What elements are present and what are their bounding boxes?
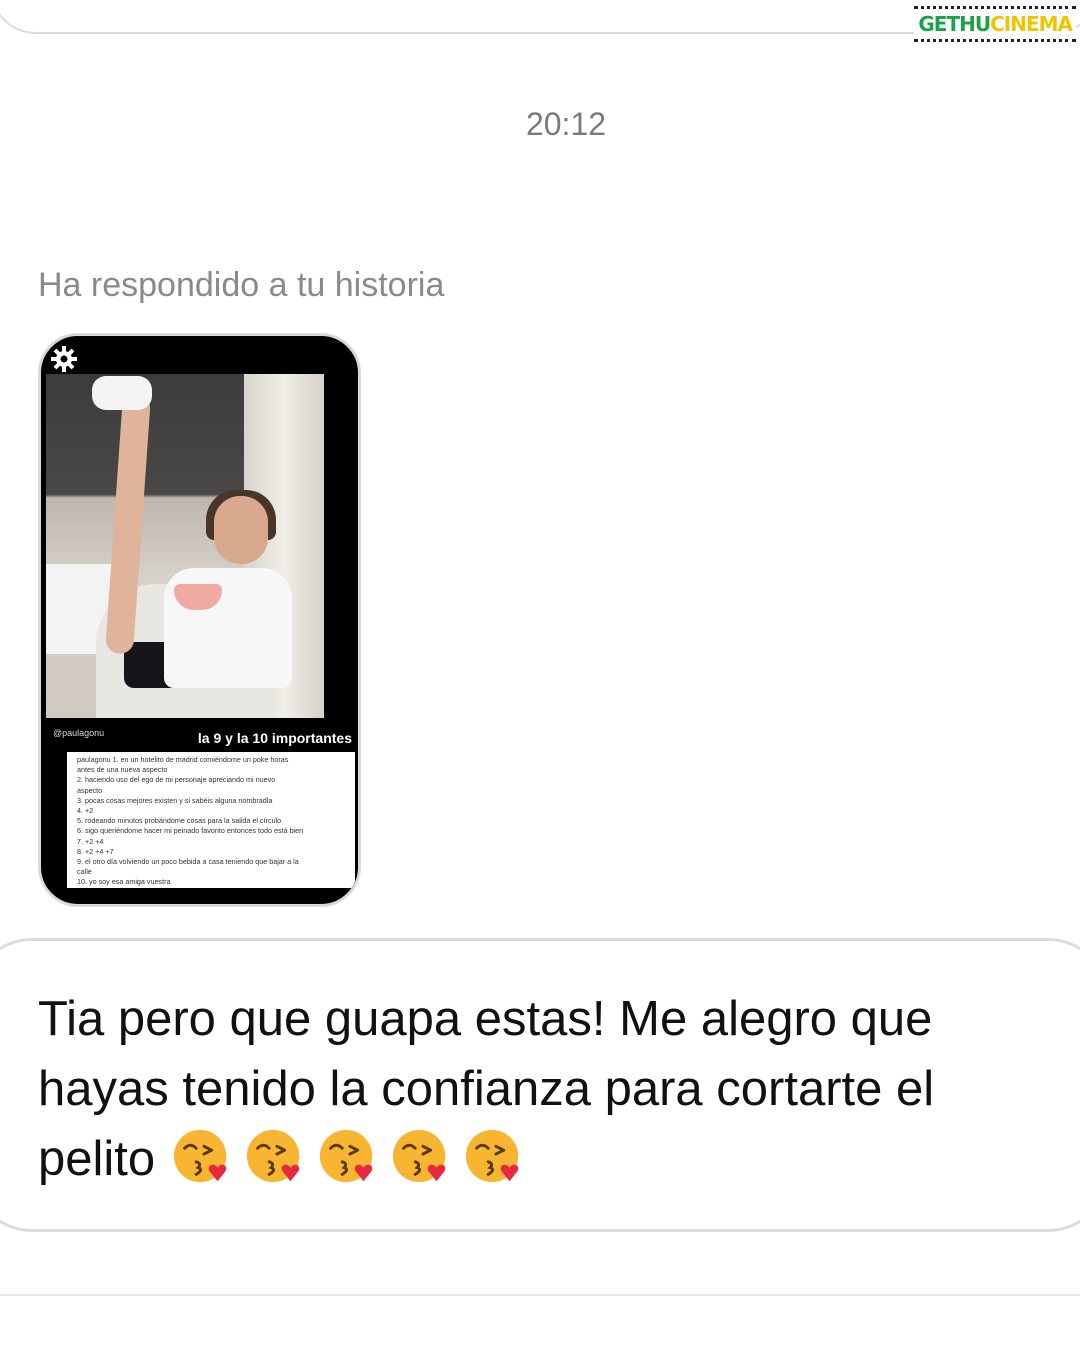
message-body: Tia pero que guapa estas! Me alegro que …	[38, 984, 1048, 1194]
story-note-line: calle	[77, 867, 92, 877]
watermark-part2: CINEMA	[990, 12, 1073, 36]
kissing-face-icon	[463, 1125, 525, 1187]
message-timestamp: 20:12	[525, 106, 607, 142]
story-note-line: paulagonu 1. en un hotelito de madrid co…	[77, 755, 289, 764]
story-note-line: 2. haciendo uso del ego de mi personaje …	[77, 775, 276, 785]
story-note-line: 5. rodeando minutos probándome cosas par…	[77, 816, 282, 826]
story-note-line: 10. yo soy esa amiga vuestra	[77, 877, 171, 887]
story-note-line: 3. pocas cosas mejores existen y si sabé…	[77, 795, 273, 805]
story-note-line: 9. el otro día volviendo un poco bebida …	[77, 857, 299, 867]
story-note-line: 7. +2 +4	[77, 836, 104, 846]
divider	[0, 1294, 1080, 1296]
watermark-part1: GETHU	[918, 12, 991, 36]
story-note-line: 6. sigo queriéndome hacer mi peinado fav…	[77, 826, 304, 836]
story-handle: @paulagonu	[53, 728, 105, 738]
story-thumbnail[interactable]: @paulagonu la 9 y la 10 importantes paul…	[38, 333, 361, 907]
story-reply-label: Ha respondido a tu historia	[38, 266, 445, 304]
story-note-line: aspecto	[77, 785, 103, 795]
gear-icon	[51, 346, 77, 372]
kissing-face-icon	[390, 1125, 452, 1187]
story-photo	[46, 374, 324, 718]
emoji-row	[171, 1125, 525, 1187]
story-note-line: antes de una nueva aspecto	[77, 765, 168, 775]
story-note-line: 8. +2 +4 +7	[77, 846, 114, 856]
kissing-face-icon	[244, 1125, 306, 1187]
kissing-face-icon	[171, 1125, 233, 1187]
story-notes: paulagonu 1. en un hotelito de madrid co…	[67, 752, 355, 888]
story-caption: la 9 y la 10 importantes	[197, 730, 352, 746]
watermark-logo: GETHU CINEMA	[914, 6, 1076, 42]
story-note-line: 4. +2	[77, 806, 94, 816]
kissing-face-icon	[317, 1125, 379, 1187]
